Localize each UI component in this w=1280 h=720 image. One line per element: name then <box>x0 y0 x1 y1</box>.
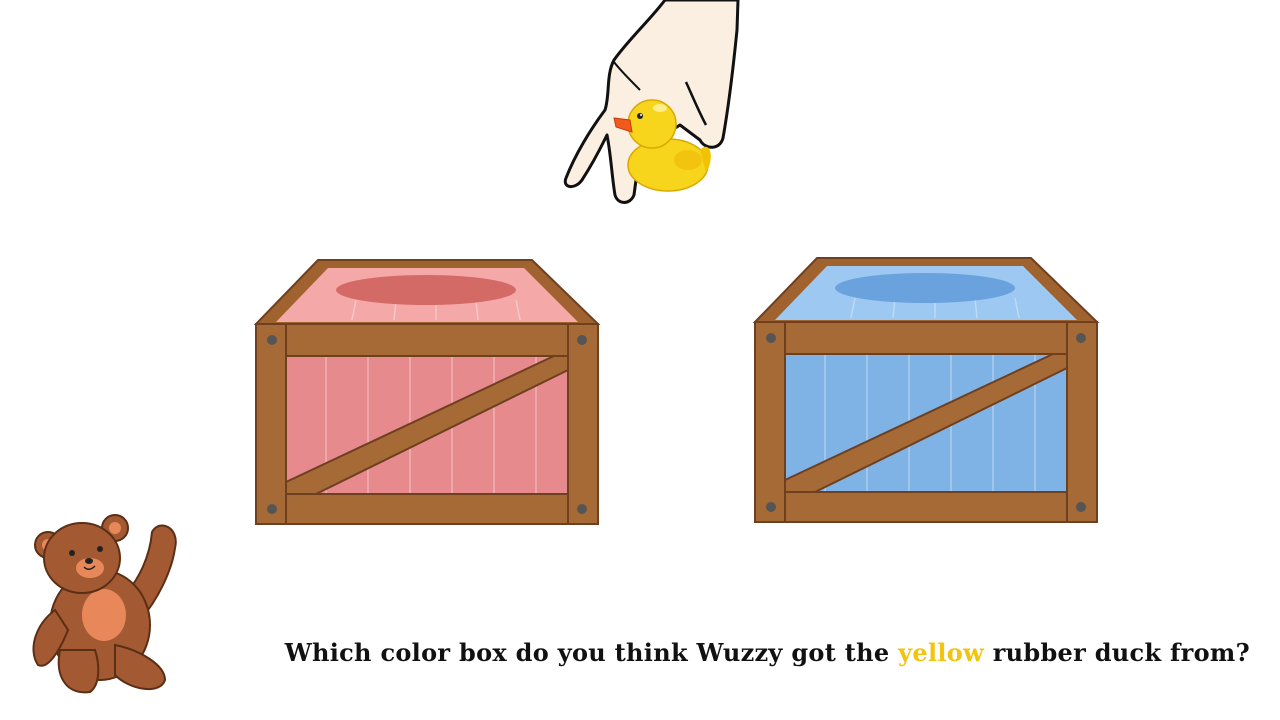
question-highlight: yellow <box>898 638 985 667</box>
question-suffix: rubber duck from? <box>984 638 1250 667</box>
question-text: Which color box do you think Wuzzy got t… <box>0 638 1280 678</box>
teddy-bear-icon <box>32 514 177 694</box>
question-prefix: Which color box do you think Wuzzy got t… <box>284 638 899 667</box>
scene: Which color box do you think Wuzzy got t… <box>0 0 1280 720</box>
